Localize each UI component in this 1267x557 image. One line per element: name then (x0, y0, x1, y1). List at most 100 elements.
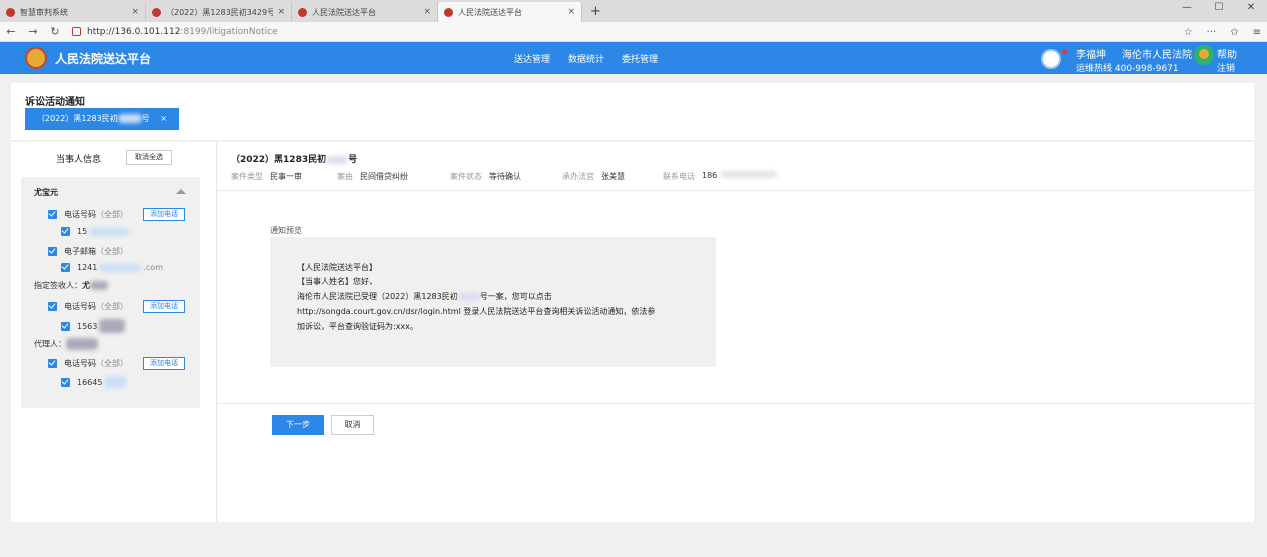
close-icon[interactable]: × (131, 7, 139, 17)
page-header-card: 诉讼活动通知 （2022）黑1283民初 号 × (11, 83, 1254, 140)
browser-tab-3[interactable]: 人民法院送达平台 × (292, 2, 438, 22)
url-field[interactable]: http://136.0.101.112:8199/litigationNoti… (72, 27, 278, 37)
phone-item-checkbox[interactable] (61, 227, 70, 236)
back-icon[interactable]: ← (0, 25, 22, 38)
email-item-row: 1241 .com (61, 263, 163, 272)
preview-line-2: 【当事人姓名】您好， (297, 277, 377, 286)
panel-divider (216, 142, 217, 522)
close-icon[interactable]: × (423, 7, 431, 17)
all-label: （全部） (96, 359, 128, 368)
app-title: 人民法院送达平台 (55, 52, 152, 66)
preview-label: 通知预览 (270, 226, 302, 235)
add-phone-button[interactable]: 添加电话 (143, 357, 185, 370)
next-button[interactable]: 下一步 (272, 415, 324, 435)
section-divider (217, 190, 1254, 191)
page-title: 诉讼活动通知 (25, 97, 85, 108)
nav-delivery-management[interactable]: 送达管理 (514, 52, 550, 65)
case-heading: （2022）黑1283民初 号 (231, 152, 357, 165)
more-icon[interactable]: ··· (1207, 27, 1217, 38)
close-icon[interactable]: × (160, 108, 167, 130)
email-group-row: 电子邮箱 （全部） (48, 246, 128, 257)
cancel-button[interactable]: 取消 (331, 415, 374, 435)
case-type-value: 民事一审 (270, 172, 302, 181)
insecure-icon (72, 27, 81, 36)
preview-line-4: http://songda.court.gov.cn/dsr/login.htm… (297, 307, 656, 316)
signee-name: 尤 (82, 281, 90, 290)
help-link[interactable]: 帮助 (1217, 46, 1237, 61)
case-status-value: 等待确认 (489, 172, 521, 181)
case-tab-suffix: 号 (141, 114, 150, 123)
bookmark-star-icon[interactable]: ☆ (1184, 27, 1193, 38)
nav-entrust-management[interactable]: 委托管理 (622, 52, 658, 65)
deselect-all-button[interactable]: 取消全选 (126, 150, 172, 165)
menu-float-button[interactable] (1194, 45, 1214, 65)
new-tab-button[interactable]: + (590, 2, 601, 22)
address-bar: ← → ↻ http://136.0.101.112:8199/litigati… (0, 22, 1267, 42)
phone-item-checkbox[interactable] (61, 321, 70, 331)
party-name: 尤宝元 (34, 188, 58, 197)
maximize-icon[interactable]: ☐ (1203, 0, 1235, 18)
email-label: 电子邮箱 (64, 247, 96, 256)
court-emblem-icon (152, 7, 161, 17)
phone-label: 电话号码 (64, 302, 96, 311)
redacted-phone (89, 227, 130, 236)
menu-lines-icon (1199, 49, 1209, 59)
phone-group-checkbox[interactable] (48, 210, 57, 219)
phone-item-checkbox[interactable] (61, 377, 70, 387)
phone-number: 1563 (77, 321, 98, 331)
case-number-suffix: 号 (348, 155, 358, 165)
all-label: （全部） (96, 210, 128, 219)
court-emblem-icon (444, 7, 453, 17)
main-card: 当事人信息 取消全选 尤宝元 电话号码 （全部） 添加电话 15 电子邮箱 （全部）… (11, 142, 1254, 522)
browser-tab-4[interactable]: 人民法院送达平台 × (438, 2, 582, 22)
url-host: http://136.0.101.112 (87, 26, 181, 37)
all-label: （全部） (96, 302, 128, 311)
signee-label: 指定签收人： (34, 281, 82, 290)
redacted-number (457, 292, 480, 301)
avatar[interactable] (1041, 49, 1061, 69)
url-path: :8199/litigationNotice (180, 26, 278, 37)
case-number: （2022）黑1283民初 (231, 155, 327, 165)
reload-icon[interactable]: ↻ (44, 25, 66, 38)
nav-statistics[interactable]: 数据统计 (568, 52, 604, 65)
court-logo-icon (25, 47, 47, 69)
close-window-icon[interactable]: ✕ (1235, 0, 1267, 18)
contact-phone-label: 联系电话 (663, 172, 695, 181)
app-header: 人民法院送达平台 送达管理 数据统计 委托管理 李福坤 海伦市人民法院 运维热线… (0, 42, 1267, 74)
phone-number: 15 (77, 227, 88, 236)
close-icon[interactable]: × (567, 7, 575, 17)
all-label: （全部） (96, 247, 128, 256)
email-item-checkbox[interactable] (61, 263, 70, 272)
phone-group-checkbox[interactable] (48, 359, 57, 368)
phone-item-row: 1563 (61, 319, 126, 333)
menu-icon[interactable]: ≡ (1253, 27, 1261, 38)
favorites-icon[interactable]: ✩ (1230, 27, 1238, 38)
collapse-icon[interactable] (176, 189, 186, 194)
phone-number: 16645 (77, 377, 103, 387)
judge-label: 承办法官 (562, 172, 594, 181)
browser-tab-2[interactable]: （2022）黑1283民初3429号 × (146, 2, 292, 22)
browser-tab-1[interactable]: 智慧审判系统 × (0, 2, 146, 22)
redacted-number (326, 155, 349, 164)
redacted-phone (99, 319, 126, 333)
case-type-label: 案件类型 (231, 172, 263, 181)
add-phone-button[interactable]: 添加电话 (143, 208, 185, 221)
minimize-icon[interactable]: — (1171, 0, 1203, 18)
signee-row: 指定签收人：尤 (34, 280, 108, 291)
preview-line-3: 海伦市人民法院已受理（2022）黑1283民初 号一案，您可以点击 (297, 291, 552, 302)
hotline: 运维热线 400-998-9671 (1076, 64, 1179, 74)
forward-icon[interactable]: → (22, 25, 44, 38)
phone-group-row: 电话号码 （全部） (48, 209, 128, 220)
add-phone-button[interactable]: 添加电话 (143, 300, 185, 313)
preview-line-3a: 海伦市人民法院已受理（2022）黑1283民初 (297, 292, 458, 301)
redacted-phone (104, 376, 127, 388)
redacted-number (117, 114, 142, 123)
case-tab[interactable]: （2022）黑1283民初 号 × (25, 108, 179, 130)
court-emblem-icon (6, 7, 15, 17)
agent-phone-group-row: 电话号码 （全部） (48, 358, 128, 369)
logout-link[interactable]: 注销 (1217, 61, 1235, 74)
close-icon[interactable]: × (277, 7, 285, 17)
phone-group-checkbox[interactable] (48, 302, 57, 311)
tab-title: 人民法院送达平台 (312, 7, 376, 17)
email-group-checkbox[interactable] (48, 247, 57, 256)
